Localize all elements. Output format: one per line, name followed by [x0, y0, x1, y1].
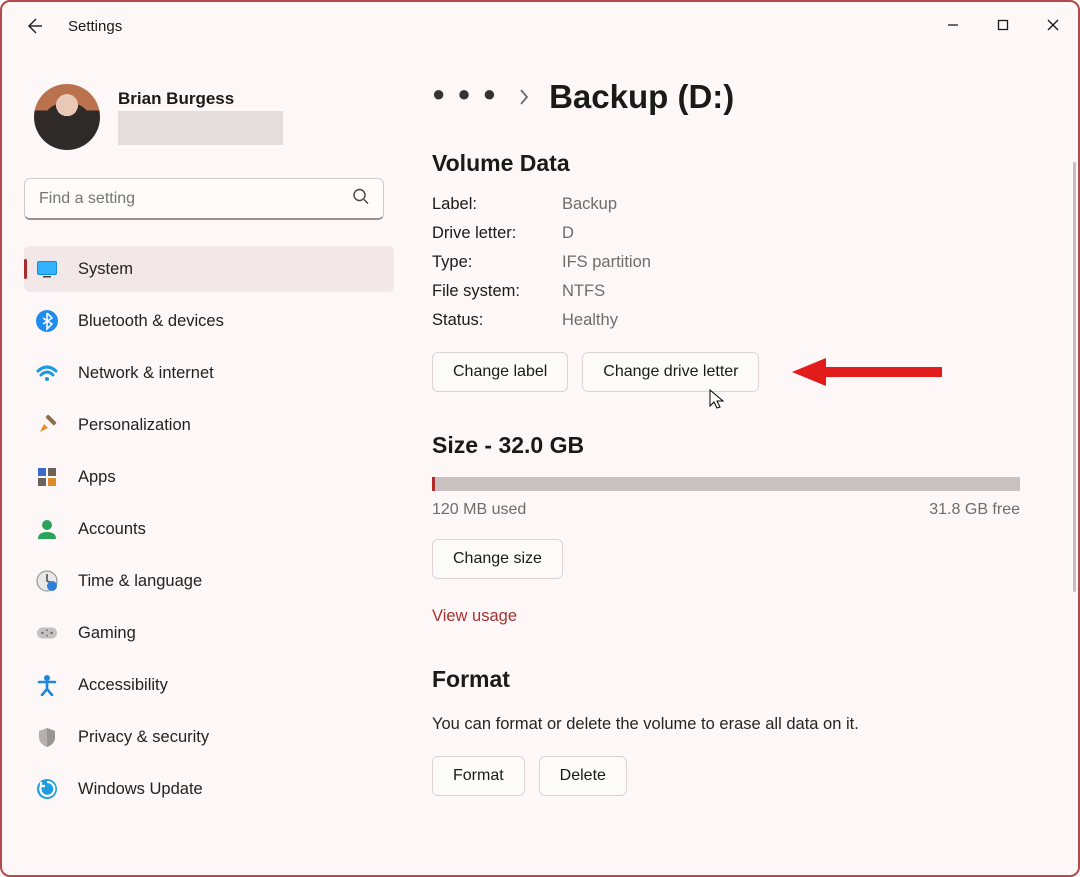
status-value: Healthy: [562, 311, 1032, 330]
filesystem-value: NTFS: [562, 282, 1032, 301]
filesystem-key: File system:: [432, 282, 562, 301]
sidebar-item-label: Personalization: [78, 416, 191, 435]
sidebar-item-accounts[interactable]: Accounts: [24, 506, 394, 552]
search-input[interactable]: [24, 178, 384, 220]
sidebar-item-network[interactable]: Network & internet: [24, 350, 394, 396]
back-icon[interactable]: [24, 16, 44, 36]
view-usage-link[interactable]: View usage: [432, 607, 517, 626]
window-minimize-button[interactable]: [928, 2, 978, 48]
app-title: Settings: [68, 18, 122, 35]
gamepad-icon: [36, 622, 58, 644]
profile-name: Brian Burgess: [118, 89, 283, 109]
breadcrumb-more-icon[interactable]: ● ● ●: [432, 81, 499, 113]
sidebar-item-bluetooth[interactable]: Bluetooth & devices: [24, 298, 394, 344]
sidebar-item-personalization[interactable]: Personalization: [24, 402, 394, 448]
profile-redacted-area: [118, 111, 283, 145]
label-key: Label:: [432, 195, 562, 214]
delete-button[interactable]: Delete: [539, 756, 627, 796]
drive-letter-key: Drive letter:: [432, 224, 562, 243]
type-value: IFS partition: [562, 253, 1032, 272]
sidebar-item-label: Apps: [78, 468, 116, 487]
accessibility-icon: [36, 674, 58, 696]
format-button[interactable]: Format: [432, 756, 525, 796]
sidebar-item-label: Windows Update: [78, 780, 203, 799]
sidebar-item-label: Privacy & security: [78, 728, 209, 747]
storage-usage-fill: [432, 477, 435, 491]
change-label-button[interactable]: Change label: [432, 352, 568, 392]
shield-icon: [36, 726, 58, 748]
storage-used-label: 120 MB used: [432, 501, 526, 519]
status-key: Status:: [432, 311, 562, 330]
breadcrumb: ● ● ● Backup (D:): [432, 78, 1032, 116]
drive-letter-value: D: [562, 224, 1032, 243]
window-close-button[interactable]: [1028, 2, 1078, 48]
chevron-right-icon: [517, 87, 531, 107]
type-key: Type:: [432, 253, 562, 272]
window-maximize-button[interactable]: [978, 2, 1028, 48]
sidebar-item-label: Accounts: [78, 520, 146, 539]
scrollbar-thumb[interactable]: [1073, 162, 1076, 592]
person-icon: [36, 518, 58, 540]
apps-icon: [36, 466, 58, 488]
bluetooth-icon: [36, 310, 58, 332]
change-size-button[interactable]: Change size: [432, 539, 563, 579]
clock-globe-icon: [36, 570, 58, 592]
annotation-arrow-icon: [792, 352, 942, 397]
sidebar-item-gaming[interactable]: Gaming: [24, 610, 394, 656]
volume-data-heading: Volume Data: [432, 150, 1032, 177]
sidebar-item-label: System: [78, 260, 133, 279]
sidebar-item-accessibility[interactable]: Accessibility: [24, 662, 394, 708]
size-heading: Size - 32.0 GB: [432, 432, 1032, 459]
avatar: [34, 84, 100, 150]
format-heading: Format: [432, 666, 1032, 693]
search-icon: [352, 188, 370, 211]
sidebar-item-system[interactable]: System: [24, 246, 394, 292]
sidebar-item-label: Gaming: [78, 624, 136, 643]
format-description: You can format or delete the volume to e…: [432, 715, 1032, 734]
label-value: Backup: [562, 195, 1032, 214]
sidebar-item-privacy[interactable]: Privacy & security: [24, 714, 394, 760]
paintbrush-icon: [36, 414, 58, 436]
system-icon: [36, 258, 58, 280]
sidebar-item-apps[interactable]: Apps: [24, 454, 394, 500]
storage-free-label: 31.8 GB free: [929, 501, 1020, 519]
page-title: Backup (D:): [549, 78, 734, 116]
user-profile[interactable]: Brian Burgess: [24, 84, 394, 150]
sidebar-item-label: Time & language: [78, 572, 202, 591]
update-icon: [36, 778, 58, 800]
sidebar-item-label: Accessibility: [78, 676, 168, 695]
storage-usage-bar: [432, 477, 1020, 491]
sidebar-item-label: Network & internet: [78, 364, 214, 383]
sidebar-item-time-language[interactable]: Time & language: [24, 558, 394, 604]
cursor-icon: [708, 388, 726, 415]
sidebar-item-windows-update[interactable]: Windows Update: [24, 766, 394, 812]
change-drive-letter-button[interactable]: Change drive letter: [582, 352, 759, 392]
wifi-icon: [36, 362, 58, 384]
sidebar-item-label: Bluetooth & devices: [78, 312, 224, 331]
